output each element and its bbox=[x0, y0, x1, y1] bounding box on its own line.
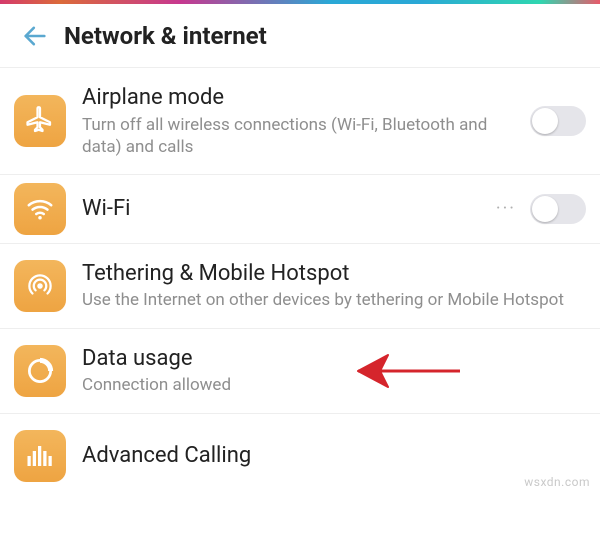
settings-list: Airplane mode Turn off all wireless conn… bbox=[0, 68, 600, 482]
setting-item-tethering[interactable]: Tethering & Mobile Hotspot Use the Inter… bbox=[0, 244, 600, 329]
setting-item-wifi[interactable]: Wi-Fi ··· bbox=[0, 175, 600, 244]
setting-text: Advanced Calling bbox=[82, 442, 586, 470]
back-button[interactable] bbox=[18, 19, 52, 53]
setting-title: Airplane mode bbox=[82, 84, 522, 112]
setting-item-advanced-calling[interactable]: Advanced Calling bbox=[0, 414, 600, 482]
setting-title: Advanced Calling bbox=[82, 442, 578, 470]
setting-item-data-usage[interactable]: Data usage Connection allowed bbox=[0, 329, 600, 414]
app-header: Network & internet bbox=[0, 4, 600, 68]
advanced-calling-icon bbox=[14, 430, 66, 482]
setting-title: Data usage bbox=[82, 345, 578, 373]
setting-subtitle: Connection allowed bbox=[82, 374, 578, 396]
setting-text: Airplane mode Turn off all wireless conn… bbox=[82, 84, 530, 158]
setting-title: Wi-Fi bbox=[82, 195, 488, 223]
data-usage-icon bbox=[14, 345, 66, 397]
setting-text: Tethering & Mobile Hotspot Use the Inter… bbox=[82, 260, 586, 312]
airplane-icon bbox=[14, 95, 66, 147]
toggle-knob bbox=[532, 196, 558, 222]
more-options-icon[interactable]: ··· bbox=[496, 198, 516, 219]
setting-title: Tethering & Mobile Hotspot bbox=[82, 260, 578, 288]
airplane-toggle[interactable] bbox=[530, 106, 586, 136]
hotspot-icon bbox=[14, 260, 66, 312]
setting-subtitle: Use the Internet on other devices by tet… bbox=[82, 289, 578, 311]
toggle-knob bbox=[532, 108, 558, 134]
setting-subtitle: Turn off all wireless connections (Wi-Fi… bbox=[82, 114, 522, 158]
page-title: Network & internet bbox=[64, 22, 267, 50]
setting-text: Wi-Fi bbox=[82, 195, 496, 223]
wifi-toggle[interactable] bbox=[530, 194, 586, 224]
setting-text: Data usage Connection allowed bbox=[82, 345, 586, 397]
arrow-left-icon bbox=[21, 22, 49, 50]
setting-item-airplane-mode[interactable]: Airplane mode Turn off all wireless conn… bbox=[0, 68, 600, 175]
wifi-icon bbox=[14, 183, 66, 235]
